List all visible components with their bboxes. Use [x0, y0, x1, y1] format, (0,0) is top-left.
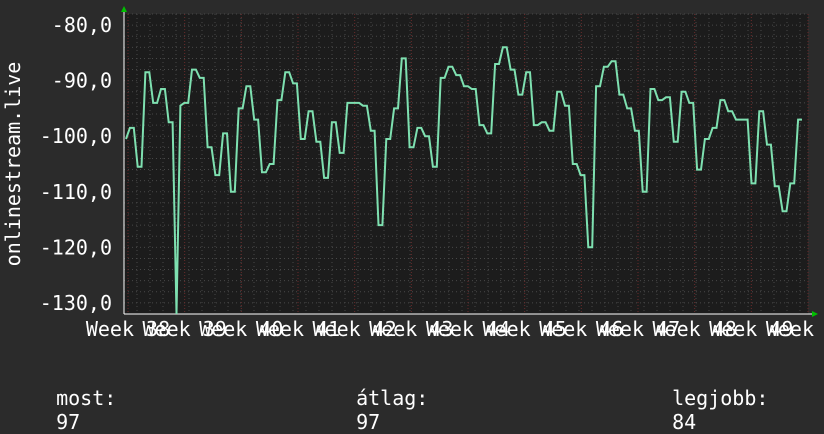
y-tick-label: -110,0 — [40, 180, 112, 204]
legend-best-value: 84 — [672, 410, 697, 434]
x-tick-labels: Week 38Week 39Week 40Week 41Week 42Week … — [86, 317, 824, 341]
legend-best: legjobb: 84 — [648, 362, 768, 434]
legend-best-label: legjobb: — [672, 386, 769, 410]
y-tick-label: -130,0 — [40, 291, 112, 315]
legend-average-label: átlag: — [356, 386, 429, 410]
y-tick-label: -90,0 — [52, 69, 112, 93]
legend-current-label: most: — [56, 386, 117, 410]
y-tick-labels: -80,0 -90,0 -100,0 -110,0 -120,0 -130,0 — [40, 13, 112, 315]
legend-average: átlag: 97 — [332, 362, 428, 434]
x-tick-label: Week 50 — [766, 317, 824, 341]
legend-current-value: 97 — [56, 410, 81, 434]
legend-average-value: 97 — [356, 410, 381, 434]
y-tick-label: -120,0 — [40, 235, 112, 259]
y-tick-label: -100,0 — [40, 124, 112, 148]
plot-area — [124, 14, 808, 314]
legend-current: most: 97 — [32, 362, 116, 434]
y-tick-label: -80,0 — [52, 13, 112, 37]
line-chart: -80,0 -90,0 -100,0 -110,0 -120,0 -130,0 Week … — [1, 6, 824, 341]
y-axis-label: onlinestream.live — [1, 62, 25, 267]
y-axis-arrow — [121, 6, 127, 12]
